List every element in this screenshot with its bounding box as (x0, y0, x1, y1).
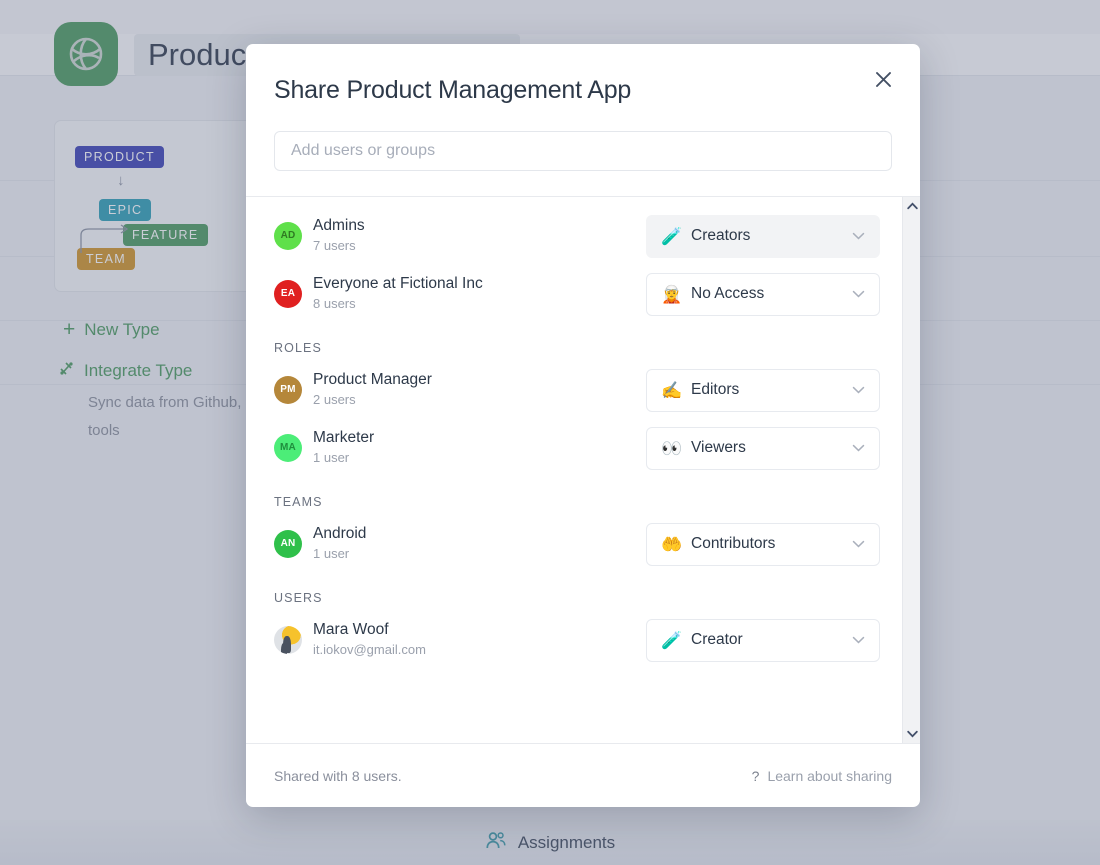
test-tube-icon: 🧪 (661, 228, 681, 245)
acl-row: EA Everyone at Fictional Inc8 users 🧝 No Ac… (274, 269, 880, 319)
acl-row: PM Product Manager2 users ✍️ Editors (274, 365, 880, 415)
access-control-list[interactable]: AD Admins7 users 🧪 Creators EA Everyone at Fi… (246, 211, 920, 743)
acl-row: MA Marketer1 user 👀 Viewers (274, 423, 880, 473)
chevron-down-icon (852, 230, 865, 242)
permission-dropdown[interactable]: 👀 Viewers (646, 427, 880, 470)
learn-about-sharing-label: Learn about sharing (767, 768, 892, 784)
acl-row-name: Admins (313, 216, 365, 237)
chevron-down-icon (852, 288, 865, 300)
hands-icon: 🤲 (661, 536, 681, 553)
writing-hand-icon: ✍️ (661, 382, 681, 399)
permission-dropdown[interactable]: 🧪 Creators (646, 215, 880, 258)
permission-label: Editors (691, 381, 842, 399)
acl-row: Mara Woofit.iokov@gmail.com 🧪 Creator (274, 615, 880, 665)
acl-row-text: Mara Woofit.iokov@gmail.com (313, 620, 426, 660)
section-label-teams: TEAMS (274, 495, 880, 509)
avatar: AN (274, 530, 302, 558)
permission-label: Contributors (691, 535, 842, 553)
close-icon[interactable] (868, 64, 898, 94)
acl-row-subtitle: 1 user (313, 449, 374, 468)
acl-row-identity: AN Android1 user (274, 524, 366, 564)
avatar (274, 626, 302, 654)
acl-row-identity: MA Marketer1 user (274, 428, 374, 468)
dialog-footer: Shared with 8 users. ? Learn about shari… (246, 743, 920, 807)
test-tube-icon: 🧪 (661, 632, 681, 649)
acl-row-name: Mara Woof (313, 620, 426, 641)
no-access-icon: 🧝 (661, 286, 681, 303)
shared-with-count: Shared with 8 users. (274, 768, 402, 784)
permission-dropdown[interactable]: 🤲 Contributors (646, 523, 880, 566)
permission-dropdown[interactable]: ✍️ Editors (646, 369, 880, 412)
learn-about-sharing-link[interactable]: ? Learn about sharing (752, 768, 892, 784)
permission-dropdown[interactable]: 🧝 No Access (646, 273, 880, 316)
acl-row-text: Android1 user (313, 524, 366, 564)
dialog-body: AD Admins7 users 🧪 Creators EA Everyone at Fi… (246, 197, 920, 743)
chevron-down-icon (852, 634, 865, 646)
section-label-users: USERS (274, 591, 880, 605)
eyes-icon: 👀 (661, 440, 681, 457)
search-field-wrapper (274, 131, 892, 196)
acl-row-name: Everyone at Fictional Inc (313, 274, 483, 295)
acl-row-text: Marketer1 user (313, 428, 374, 468)
question-mark-icon: ? (752, 768, 760, 784)
acl-row-text: Product Manager2 users (313, 370, 432, 410)
chevron-down-icon (852, 384, 865, 396)
chevron-down-icon[interactable] (903, 725, 920, 743)
acl-row-subtitle: 1 user (313, 545, 366, 564)
permission-dropdown[interactable]: 🧪 Creator (646, 619, 880, 662)
acl-row-identity: EA Everyone at Fictional Inc8 users (274, 274, 483, 314)
acl-row-identity: AD Admins7 users (274, 216, 365, 256)
avatar: MA (274, 434, 302, 462)
add-users-or-groups-input[interactable] (274, 131, 892, 171)
acl-row: AN Android1 user 🤲 Contributors (274, 519, 880, 569)
section-label-roles: ROLES (274, 341, 880, 355)
permission-label: Creators (691, 227, 842, 245)
acl-row-name: Product Manager (313, 370, 432, 391)
list-scrollbar[interactable] (902, 197, 920, 743)
acl-row-subtitle: 2 users (313, 391, 432, 410)
chevron-down-icon (852, 442, 865, 454)
avatar: AD (274, 222, 302, 250)
acl-row-text: Everyone at Fictional Inc8 users (313, 274, 483, 314)
acl-row-identity: PM Product Manager2 users (274, 370, 432, 410)
share-dialog: Share Product Management App AD Admins7 u… (246, 44, 920, 807)
dialog-header: Share Product Management App (246, 44, 920, 196)
permission-label: Viewers (691, 439, 842, 457)
acl-row-subtitle: 7 users (313, 237, 365, 256)
acl-row-name: Marketer (313, 428, 374, 449)
acl-row-identity: Mara Woofit.iokov@gmail.com (274, 620, 426, 660)
dialog-title: Share Product Management App (274, 76, 892, 105)
avatar: PM (274, 376, 302, 404)
chevron-up-icon[interactable] (903, 197, 920, 215)
acl-row-name: Android (313, 524, 366, 545)
page-root: Product Management App PRODUCT ↓ EPIC ↓ … (0, 0, 1100, 865)
avatar: EA (274, 280, 302, 308)
acl-row: AD Admins7 users 🧪 Creators (274, 211, 880, 261)
acl-row-text: Admins7 users (313, 216, 365, 256)
permission-label: No Access (691, 285, 842, 303)
permission-label: Creator (691, 631, 842, 649)
chevron-down-icon (852, 538, 865, 550)
acl-row-subtitle: it.iokov@gmail.com (313, 641, 426, 660)
acl-row-subtitle: 8 users (313, 295, 483, 314)
